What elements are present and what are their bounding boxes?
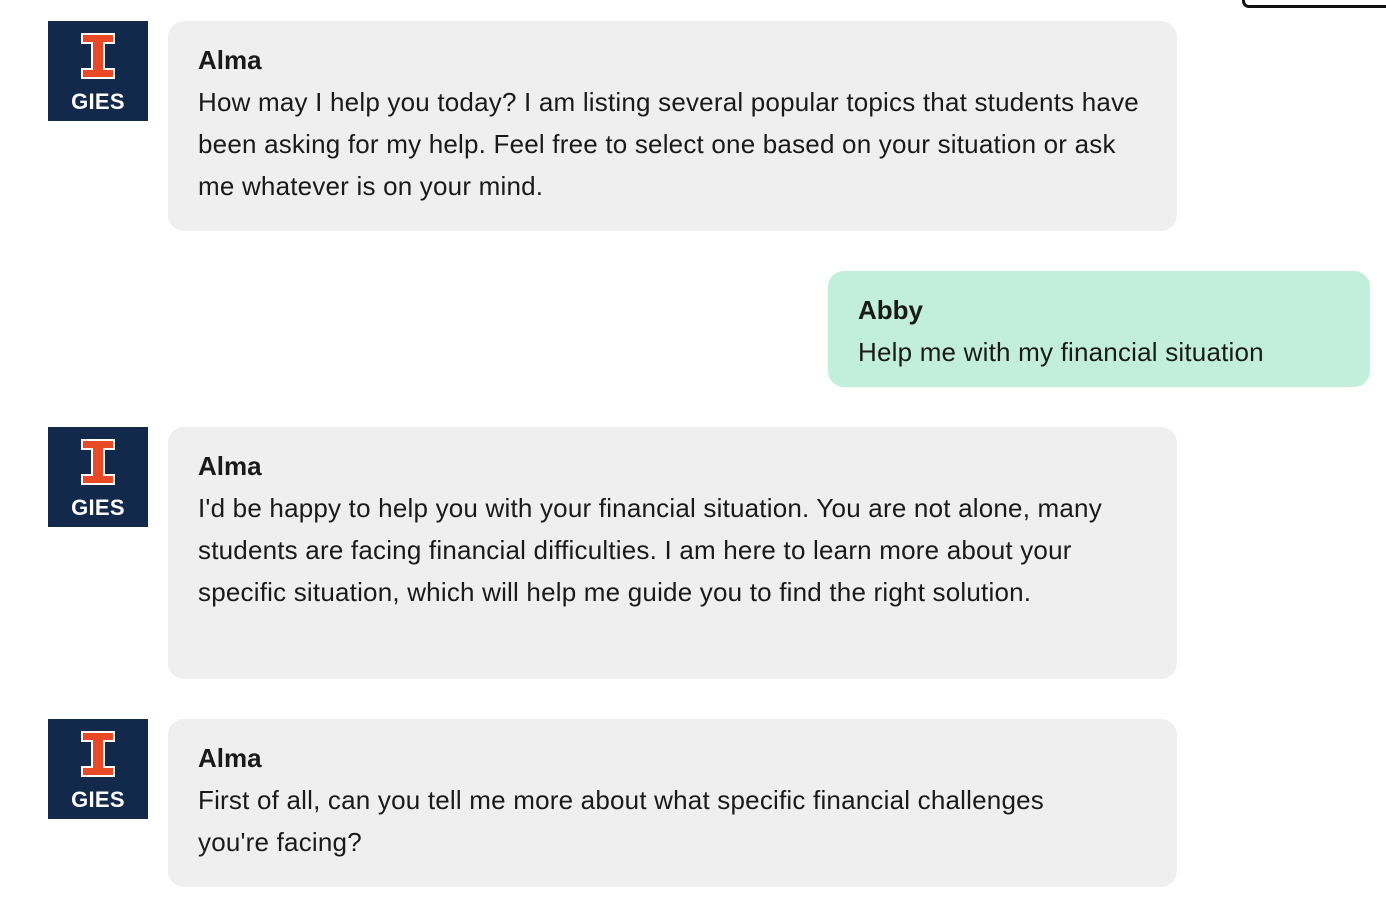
avatar-label: GIES <box>71 495 125 520</box>
message-text: How may I help you today? I am listing s… <box>198 87 1139 201</box>
message-bubble: Abby Help me with my financial situation <box>828 271 1370 387</box>
avatar-label: GIES <box>71 89 125 114</box>
message-sender: Alma <box>198 45 262 75</box>
message-bubble: Alma I'd be happy to help you with your … <box>168 427 1177 679</box>
message-sender: Abby <box>858 295 923 325</box>
message-sender: Alma <box>198 451 262 481</box>
avatar-label: GIES <box>71 787 125 812</box>
top-right-control[interactable] <box>1242 0 1386 8</box>
message-text: I'd be happy to help you with your finan… <box>198 493 1102 607</box>
avatar: GIES <box>48 21 148 121</box>
message-bubble: Alma First of all, can you tell me more … <box>168 719 1177 887</box>
block-i-logo-icon <box>81 439 115 485</box>
avatar: GIES <box>48 427 148 527</box>
avatar: GIES <box>48 719 148 819</box>
message-bubble: Alma How may I help you today? I am list… <box>168 21 1177 231</box>
block-i-logo-icon <box>81 731 115 777</box>
message-sender: Alma <box>198 743 262 773</box>
block-i-logo-icon <box>81 33 115 79</box>
message-text: Help me with my financial situation <box>858 337 1264 367</box>
message-text: First of all, can you tell me more about… <box>198 785 1044 857</box>
